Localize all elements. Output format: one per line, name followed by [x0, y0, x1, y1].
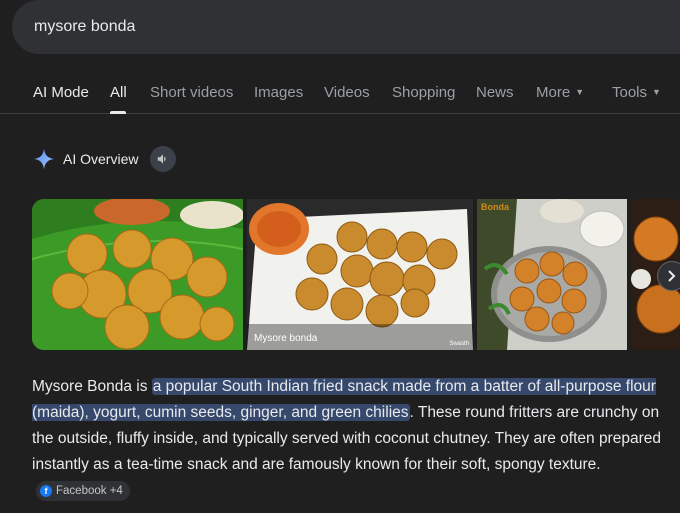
ai-overview-image-2[interactable]: Mysore bonda Swasth	[247, 199, 473, 350]
food-photo-icon	[247, 199, 473, 350]
image-credit: Swasth	[449, 341, 469, 347]
source-chip-label: Facebook +4	[56, 485, 123, 497]
text-lead: Mysore Bonda is	[32, 378, 152, 395]
search-tabs: AI Mode All Short videos Images Videos S…	[0, 72, 680, 114]
image-caption: Mysore bonda	[254, 333, 318, 344]
caret-down-icon: ▼	[652, 87, 661, 97]
active-tab-indicator	[110, 111, 126, 114]
ai-overview-header: AI Overview	[33, 146, 177, 172]
source-chip-facebook[interactable]: f Facebook +4	[36, 481, 130, 501]
ai-overview-image-3[interactable]: Bonda	[477, 199, 627, 350]
search-bar[interactable]	[12, 0, 680, 54]
ai-overview-title: AI Overview	[63, 151, 139, 167]
tab-tools[interactable]: Tools ▼	[612, 84, 661, 101]
ai-overview-text: Mysore Bonda is a popular South Indian f…	[32, 374, 672, 504]
search-input[interactable]	[34, 18, 534, 36]
tab-news[interactable]: News	[476, 84, 514, 101]
tab-images[interactable]: Images	[254, 84, 303, 101]
ai-overview-image-1[interactable]	[32, 199, 243, 350]
listen-button[interactable]	[150, 146, 177, 172]
food-photo-icon	[32, 199, 243, 350]
tab-videos[interactable]: Videos	[324, 84, 370, 101]
chevron-right-icon	[668, 270, 676, 282]
caret-down-icon: ▼	[575, 87, 585, 97]
image-brand-label: Bonda	[481, 202, 509, 212]
speaker-icon	[158, 154, 167, 164]
tab-ai-mode[interactable]: AI Mode	[33, 84, 89, 101]
tab-shopping[interactable]: Shopping	[392, 84, 455, 101]
facebook-icon: f	[40, 485, 52, 497]
tab-short-videos[interactable]: Short videos	[150, 84, 233, 101]
tab-all[interactable]: All	[110, 84, 127, 101]
food-photo-icon	[477, 199, 627, 350]
carousel-next-button[interactable]	[657, 261, 680, 291]
tab-more-label: More	[536, 84, 571, 101]
tab-tools-label: Tools	[612, 84, 648, 101]
tab-more[interactable]: More ▼	[536, 84, 584, 101]
gemini-spark-icon	[33, 148, 55, 170]
